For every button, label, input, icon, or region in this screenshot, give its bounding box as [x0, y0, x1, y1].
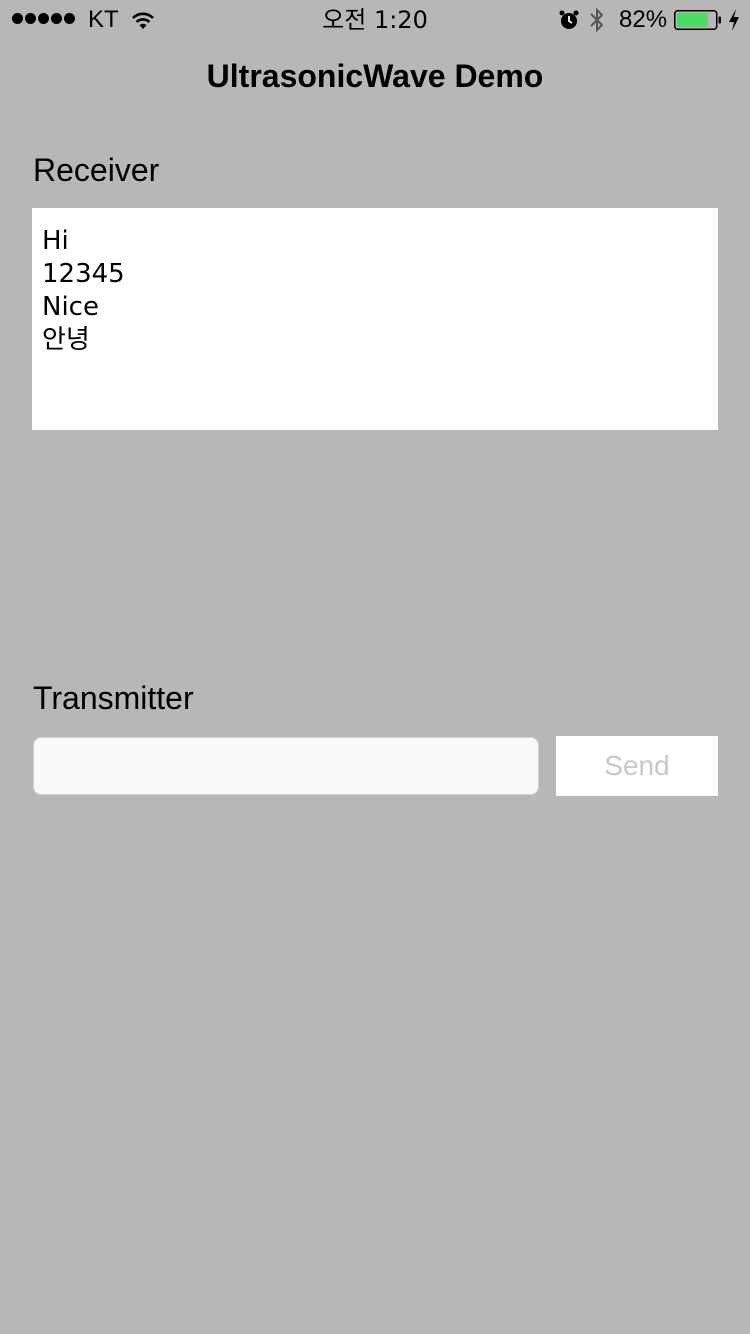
alarm-icon — [559, 10, 579, 29]
transmitter-label: Transmitter — [33, 680, 194, 716]
bluetooth-icon — [590, 7, 604, 33]
send-button[interactable]: Send — [556, 736, 718, 796]
receiver-label: Receiver — [33, 152, 160, 188]
transmit-input[interactable] — [33, 737, 539, 795]
battery-percent: 82% — [619, 6, 668, 33]
status-bar: KT 오전 1:20 82% — [0, 0, 750, 40]
page-title: UltrasonicWave Demo — [206, 58, 544, 94]
receiver-text-view[interactable]: Hi 12345 Nice 안녕 — [32, 208, 718, 430]
battery-icon — [674, 10, 721, 30]
charging-icon — [729, 9, 739, 31]
receiver-line: Nice — [42, 292, 99, 322]
receiver-line: 안녕 — [42, 325, 90, 355]
receiver-line: Hi — [42, 226, 69, 256]
receiver-line: 12345 — [42, 259, 125, 289]
